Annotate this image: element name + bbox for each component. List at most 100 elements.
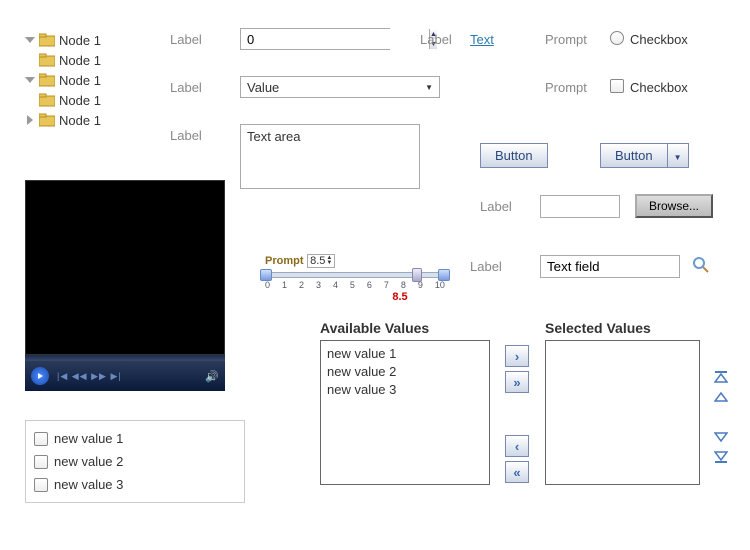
tree-node[interactable]: Node 1 — [25, 30, 101, 50]
field-label: Label — [170, 32, 202, 47]
shuttle-move-buttons: ‹ « — [505, 435, 529, 483]
split-button-main[interactable]: Button — [600, 143, 668, 168]
spinner-input[interactable] — [241, 29, 429, 49]
move-up-button[interactable] — [712, 390, 730, 404]
checkbox-list: new value 1 new value 2 new value 3 — [25, 420, 245, 503]
selected-listbox[interactable] — [545, 340, 700, 485]
chevron-left-icon: ‹ — [515, 439, 519, 454]
folder-icon — [39, 53, 55, 67]
tree-node[interactable]: Node 1 — [25, 50, 101, 70]
media-transport-icons[interactable]: |◀ ◀◀ ▶▶ ▶| — [57, 371, 122, 382]
checkbox[interactable] — [34, 478, 48, 492]
checkbox[interactable] — [610, 79, 624, 93]
move-left-button[interactable]: ‹ — [505, 435, 529, 457]
folder-icon — [39, 93, 55, 107]
list-item[interactable]: new value 3 — [327, 381, 483, 399]
radio-label: Checkbox — [630, 32, 688, 47]
move-all-right-button[interactable]: » — [505, 371, 529, 393]
tree-node-label: Node 1 — [59, 53, 101, 68]
list-item-label: new value 3 — [54, 477, 123, 492]
slider-track[interactable] — [265, 272, 445, 278]
double-chevron-left-icon: « — [513, 465, 520, 480]
volume-icon[interactable]: 🔊 — [205, 370, 219, 383]
video-player: |◀ ◀◀ ▶▶ ▶| 🔊 — [25, 180, 225, 391]
field-label: Label — [170, 128, 202, 143]
slider-spin-icons[interactable]: ▲▼ — [326, 256, 332, 266]
browse-button[interactable]: Browse... — [635, 194, 713, 218]
list-item[interactable]: new value 3 — [32, 473, 238, 496]
tree-node[interactable]: Node 1 — [25, 110, 101, 130]
chevron-down-icon — [25, 35, 35, 45]
slider-value-box[interactable]: 8.5 ▲▼ — [307, 254, 335, 268]
move-top-button[interactable] — [712, 370, 730, 384]
textarea[interactable]: Text area — [240, 124, 420, 189]
reorder-buttons — [712, 430, 730, 464]
shuttle-move-buttons: › » — [505, 345, 529, 393]
number-spinner[interactable]: ▲▼ — [240, 28, 390, 50]
tree-node-label: Node 1 — [59, 113, 101, 128]
folder-icon — [39, 73, 55, 87]
move-bottom-button[interactable] — [712, 450, 730, 464]
search-icon[interactable] — [692, 256, 710, 274]
field-label: Label — [480, 199, 512, 214]
shuttle-selected-section: Selected Values — [545, 320, 700, 485]
checkbox-label: Checkbox — [630, 80, 688, 95]
chevron-down-icon — [25, 75, 35, 85]
tree-node-label: Node 1 — [59, 73, 101, 88]
dropdown-value: Value — [247, 80, 279, 95]
textarea-content: Text area — [247, 129, 300, 144]
shuttle-available-section: Available Values new value 1 new value 2… — [320, 320, 490, 485]
field-label: Label — [170, 80, 202, 95]
chevron-down-icon: ▼ — [674, 153, 682, 162]
list-item[interactable]: new value 2 — [327, 363, 483, 381]
field-label: Prompt — [545, 32, 587, 47]
triangle-up-icon — [714, 392, 728, 402]
chevron-right-icon: › — [515, 349, 519, 364]
checkbox[interactable] — [34, 455, 48, 469]
chevron-down-icon: ▼ — [425, 83, 433, 92]
field-label: Label — [470, 259, 502, 274]
list-item[interactable]: new value 1 — [327, 345, 483, 363]
tree-node[interactable]: Node 1 — [25, 90, 101, 110]
video-viewport[interactable] — [25, 180, 225, 355]
dropdown[interactable]: Value ▼ — [240, 76, 440, 98]
slider-prompt: Prompt — [265, 255, 304, 267]
move-down-button[interactable] — [712, 430, 730, 444]
field-label: Prompt — [545, 80, 587, 95]
slider-value: 8.5 — [310, 255, 325, 267]
search-field[interactable] — [540, 255, 680, 278]
slider-min-cap[interactable] — [260, 269, 272, 281]
triangle-down-icon — [714, 432, 728, 442]
field-label: Label — [420, 32, 452, 47]
folder-icon — [39, 113, 55, 127]
reorder-buttons — [712, 370, 730, 404]
file-path-field[interactable] — [540, 195, 620, 218]
tree-node-label: Node 1 — [59, 93, 101, 108]
list-item[interactable]: new value 2 — [32, 450, 238, 473]
play-button[interactable] — [31, 367, 49, 385]
tree-node[interactable]: Node 1 — [25, 70, 101, 90]
split-button-arrow[interactable]: ▼ — [668, 143, 689, 168]
tree: Node 1 Node 1 Node 1 Node 1 Node 1 — [25, 30, 101, 130]
video-controls: |◀ ◀◀ ▶▶ ▶| 🔊 — [25, 361, 225, 391]
list-item-label: new value 2 — [54, 454, 123, 469]
double-chevron-right-icon: » — [513, 375, 520, 390]
available-listbox[interactable]: new value 1 new value 2 new value 3 — [320, 340, 490, 485]
selected-values-title: Selected Values — [545, 320, 700, 336]
bar-down-icon — [714, 451, 728, 463]
split-button[interactable]: Button ▼ — [600, 143, 689, 168]
list-item-label: new value 1 — [54, 431, 123, 446]
folder-icon — [39, 33, 55, 47]
action-button[interactable]: Button — [480, 143, 548, 168]
move-right-button[interactable]: › — [505, 345, 529, 367]
tree-node-label: Node 1 — [59, 33, 101, 48]
slider-thumb[interactable] — [412, 268, 422, 282]
radio-button[interactable] — [610, 31, 624, 45]
chevron-right-icon — [25, 115, 35, 125]
checkbox[interactable] — [34, 432, 48, 446]
text-link[interactable]: Text — [470, 32, 494, 47]
move-all-left-button[interactable]: « — [505, 461, 529, 483]
available-values-title: Available Values — [320, 320, 490, 336]
slider-max-cap[interactable] — [438, 269, 450, 281]
list-item[interactable]: new value 1 — [32, 427, 238, 450]
